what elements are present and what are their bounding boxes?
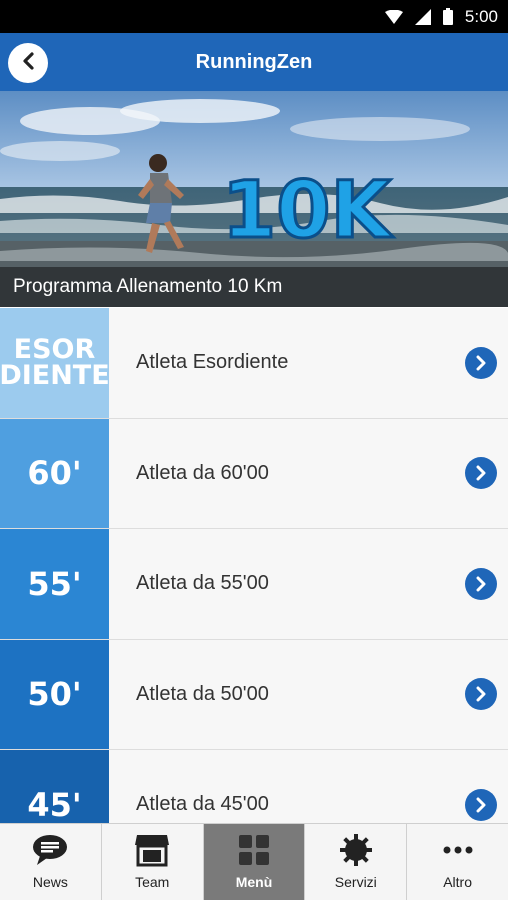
tab-menu-label: Menù <box>235 874 273 890</box>
tab-servizi[interactable]: Servizi <box>305 824 408 900</box>
app-title: RunningZen <box>195 50 313 73</box>
back-button[interactable] <box>8 43 48 83</box>
app-bar: RunningZen <box>0 33 508 91</box>
status-icons: 5:00 <box>384 0 498 33</box>
list-item-label: Atleta Esordiente <box>136 351 289 374</box>
wifi-icon <box>384 9 403 24</box>
badge-esordiente-top: ESOR <box>13 333 96 365</box>
chevron-right-icon[interactable] <box>465 457 497 490</box>
badge-50: 50' <box>0 639 109 749</box>
store-icon <box>135 832 170 868</box>
tab-news[interactable]: News <box>0 824 102 900</box>
hero-overlay-10k: 10K <box>222 166 394 256</box>
list-item-label: Atleta da 60'00 <box>136 461 269 484</box>
badge-esordiente: ESOR DIENTE <box>0 308 110 418</box>
badge-60: 60' <box>0 418 109 528</box>
list-item-50[interactable]: 50' Atleta da 50'00 <box>0 639 508 750</box>
status-time: 5:00 <box>464 6 498 26</box>
chevron-right-icon[interactable] <box>465 346 497 379</box>
tab-menu[interactable]: Menù <box>203 824 306 900</box>
gear-icon <box>339 832 372 868</box>
list-item-esordiente[interactable]: ESOR DIENTE Atleta Esordiente <box>0 308 508 419</box>
battery-icon <box>442 8 453 25</box>
tab-servizi-label: Servizi <box>334 874 377 890</box>
tab-team-label: Team <box>135 874 170 890</box>
badge-esordiente-bottom: DIENTE <box>0 359 110 391</box>
list-item-60[interactable]: 60' Atleta da 60'00 <box>0 418 508 529</box>
chat-icon <box>32 832 68 868</box>
status-bar: 5:00 <box>0 0 508 33</box>
badge-55: 55' <box>0 529 109 639</box>
signal-icon <box>414 8 431 25</box>
list-item-label: Atleta da 50'00 <box>136 682 269 705</box>
tab-altro[interactable]: Altro <box>407 824 508 900</box>
tab-news-label: News <box>32 874 68 890</box>
list-item-label: Atleta da 45'00 <box>136 793 269 816</box>
grid-icon <box>238 832 270 868</box>
tab-team[interactable]: Team <box>102 824 204 900</box>
hero-banner: 10K Programma Allenamento 10 Km <box>0 91 508 307</box>
more-icon <box>443 832 473 868</box>
chevron-right-icon[interactable] <box>465 567 497 600</box>
chevron-right-icon[interactable] <box>465 788 497 821</box>
hero-caption: Programma Allenamento 10 Km <box>0 267 508 307</box>
list-item-55[interactable]: 55' Atleta da 55'00 <box>0 529 508 640</box>
bottom-tab-bar: News Team Menù Servizi Altro <box>0 823 508 900</box>
program-list: ESOR DIENTE Atleta Esordiente 60' Atleta… <box>0 308 508 861</box>
chevron-left-icon <box>21 51 35 75</box>
list-item-label: Atleta da 55'00 <box>136 572 269 595</box>
chevron-right-icon[interactable] <box>465 678 497 711</box>
tab-altro-label: Altro <box>443 874 472 890</box>
